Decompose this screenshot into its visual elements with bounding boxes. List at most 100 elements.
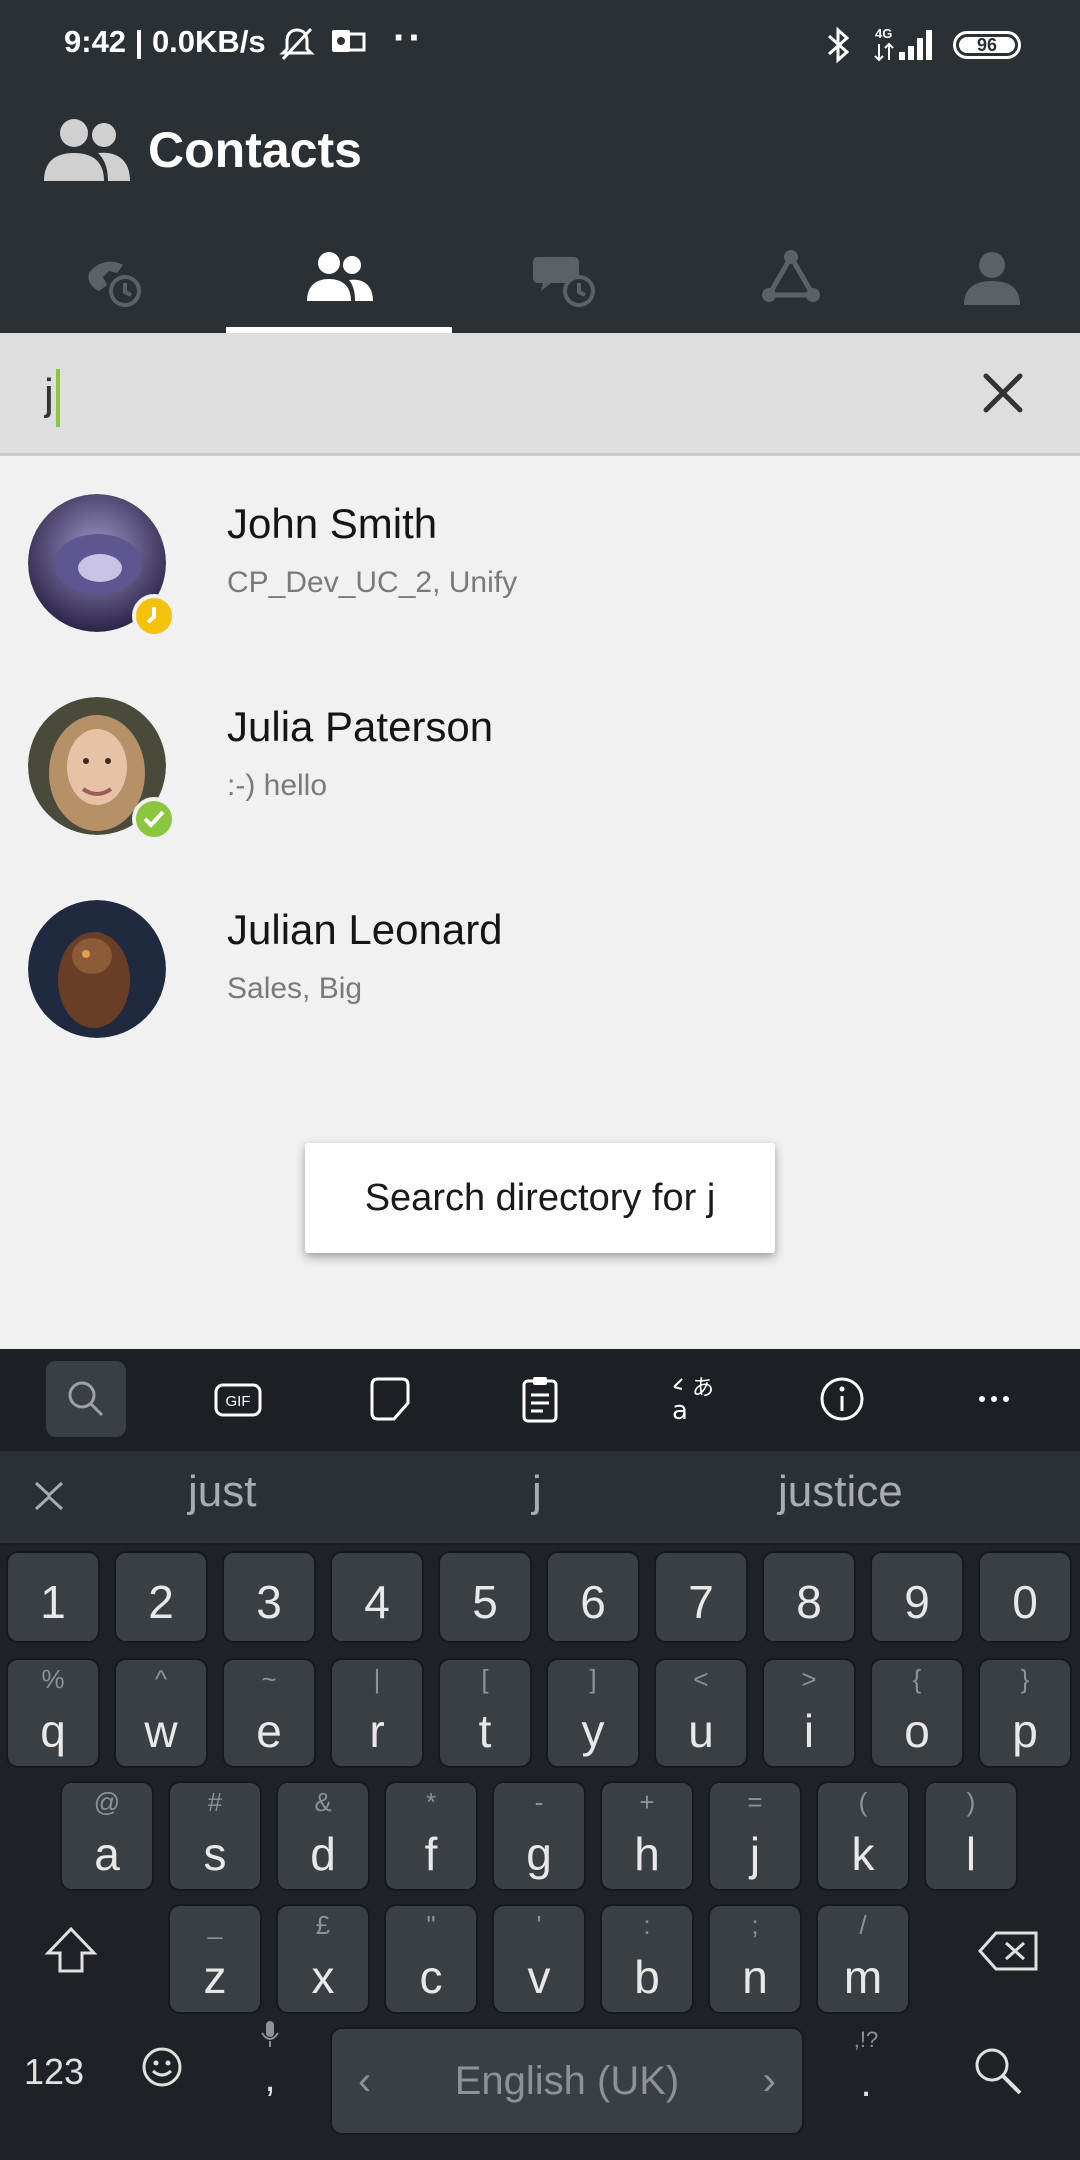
key[interactable]: % q [6, 1658, 100, 1768]
key[interactable]: ^ w [114, 1658, 208, 1768]
search-bar [0, 333, 1080, 456]
key[interactable]: {o [870, 1658, 964, 1768]
more-button[interactable] [954, 1361, 1034, 1437]
key-label: u [688, 1705, 714, 1757]
key[interactable]: ] y [546, 1658, 640, 1768]
tab-network[interactable] [678, 225, 904, 333]
key-label: p [1012, 1705, 1038, 1757]
info-icon [820, 1377, 864, 1421]
suggestion[interactable]: j [532, 1467, 542, 1517]
key[interactable]: ~ e [222, 1658, 316, 1768]
key[interactable]: ) l [924, 1781, 1018, 1891]
network-icon [762, 250, 820, 302]
key[interactable]: (k [816, 1781, 910, 1891]
tab-conversations[interactable] [452, 225, 678, 333]
svg-text:4G: 4G [875, 26, 892, 41]
key[interactable]: > i [762, 1658, 856, 1768]
contacts-icon [44, 119, 130, 181]
key[interactable]: | r [330, 1658, 424, 1768]
avatar-image [28, 900, 166, 1038]
key[interactable]: + h [600, 1781, 694, 1891]
tab-profile[interactable] [904, 225, 1080, 333]
suggestion[interactable]: justice [778, 1467, 903, 1517]
key-alt-label: £ [315, 1910, 331, 1940]
key[interactable]: } p [978, 1658, 1072, 1768]
key[interactable]: * f [384, 1781, 478, 1891]
chat-history-icon [533, 257, 595, 307]
key[interactable]: < u [654, 1658, 748, 1768]
tab-bar [0, 225, 1080, 333]
key-alt-label: ~ [261, 1664, 277, 1694]
period-key[interactable]: ,!? . [836, 2013, 896, 2123]
shift-key[interactable] [38, 1919, 104, 1985]
gif-button[interactable]: GIF [198, 1361, 278, 1437]
key[interactable]: / m [816, 1904, 910, 2014]
key-label: q [40, 1705, 66, 1757]
key[interactable]: [t [438, 1658, 532, 1768]
key-alt-label: ) [966, 1787, 976, 1817]
key[interactable]: 9 [870, 1551, 964, 1643]
contact-list: John Smith CP_Dev_UC_2, Unify Julia Pate… [0, 456, 1080, 1065]
key[interactable]: 1 [6, 1551, 100, 1643]
contact-row[interactable]: John Smith CP_Dev_UC_2, Unify [0, 456, 1080, 659]
key[interactable]: 8 [762, 1551, 856, 1643]
key[interactable]: 0 [978, 1551, 1072, 1643]
key[interactable]: _ z [168, 1904, 262, 2014]
emoji-key[interactable] [138, 2043, 186, 2091]
collapse-icon[interactable] [26, 1473, 72, 1519]
key-label: 0 [1012, 1576, 1038, 1628]
key[interactable]: ' v [492, 1904, 586, 2014]
key[interactable]: 4 [330, 1551, 424, 1643]
contact-row[interactable]: Julia Paterson :-) hello [0, 659, 1080, 862]
comma-label: , [264, 2056, 276, 2100]
key[interactable]: 5 [438, 1551, 532, 1643]
key[interactable]: 2 [114, 1551, 208, 1643]
key[interactable]: & d [276, 1781, 370, 1891]
clipboard-button[interactable] [500, 1361, 580, 1437]
key-label: 4 [364, 1576, 390, 1628]
backspace-key[interactable] [974, 1921, 1044, 1981]
bluetooth-icon [828, 26, 850, 64]
space-key[interactable]: ‹ English (UK) › [330, 2027, 804, 2135]
key[interactable]: ; n [708, 1904, 802, 2014]
clear-search-button[interactable] [970, 360, 1036, 426]
key-alt-label: _ [207, 1910, 223, 1940]
key[interactable]: # s [168, 1781, 262, 1891]
search-directory-button[interactable]: Search directory for j [305, 1143, 775, 1253]
contact-name: Julia Paterson [227, 703, 494, 750]
sticker-button[interactable] [350, 1361, 430, 1437]
key[interactable]: @ a [60, 1781, 154, 1891]
keyboard-search-button[interactable] [46, 1361, 126, 1437]
key-alt-label: } [1020, 1664, 1030, 1694]
key-label: 9 [904, 1576, 930, 1628]
keyboard-toolbar: GIF aあ [0, 1349, 1080, 1451]
key-label: h [634, 1828, 660, 1880]
key-label: 8 [796, 1576, 822, 1628]
key[interactable]: 7 [654, 1551, 748, 1643]
chevron-right-icon: › [762, 2058, 776, 2103]
key[interactable]: -g [492, 1781, 586, 1891]
info-button[interactable] [802, 1361, 882, 1437]
symbols-key[interactable]: 123 [14, 2051, 94, 2093]
key[interactable]: £ x [276, 1904, 370, 2014]
keyboard-search-key[interactable] [970, 2043, 1026, 2099]
key-alt-label: % [41, 1664, 65, 1694]
outlook-icon [332, 30, 366, 52]
key[interactable]: 3 [222, 1551, 316, 1643]
key[interactable]: 6 [546, 1551, 640, 1643]
key-label: 7 [688, 1576, 714, 1628]
contact-row[interactable]: Julian Leonard Sales, Big [0, 862, 1080, 1065]
tab-contacts[interactable] [226, 225, 452, 333]
key[interactable]: :b [600, 1904, 694, 2014]
tab-call-history[interactable] [0, 225, 226, 333]
comma-key[interactable]: , [240, 2013, 300, 2123]
key[interactable]: " c [384, 1904, 478, 2014]
search-input[interactable] [44, 365, 924, 425]
svg-text:a: a [672, 1396, 688, 1426]
key[interactable]: = j [708, 1781, 802, 1891]
key-label: b [634, 1951, 660, 2003]
period-label: . [860, 2061, 872, 2105]
translate-button[interactable]: aあ [652, 1361, 732, 1437]
page-title: Contacts [148, 122, 362, 178]
suggestion[interactable]: just [188, 1467, 256, 1517]
